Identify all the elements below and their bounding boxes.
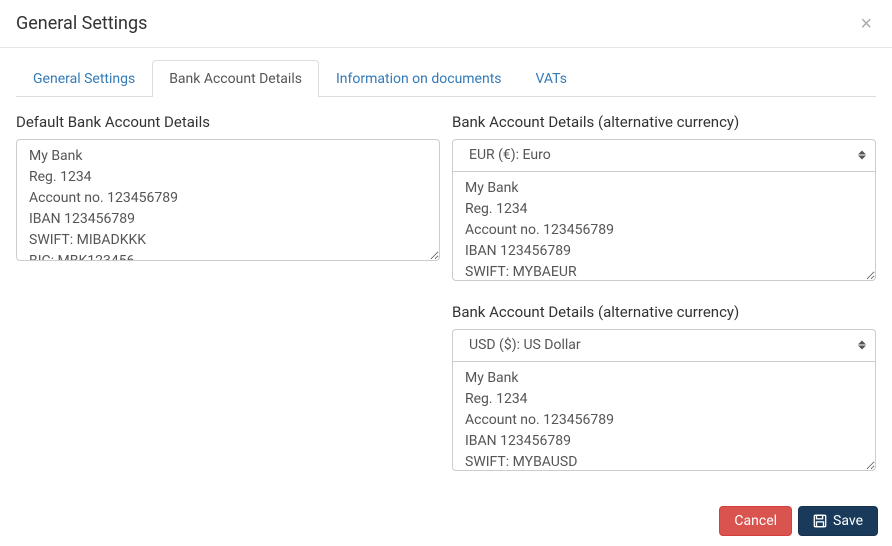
alt1-bank-textarea[interactable] [452,171,876,281]
modal-title: General Settings [16,13,147,34]
default-bank-label: Default Bank Account Details [16,113,440,131]
alt2-bank-textarea[interactable] [452,361,876,471]
save-icon [813,514,827,528]
cancel-button[interactable]: Cancel [719,506,792,536]
save-button-label: Save [833,513,863,529]
tab-bar: General Settings Bank Account Details In… [16,60,876,97]
close-button[interactable]: × [856,14,876,34]
alt2-currency-select[interactable]: USD ($): US Dollar [452,329,876,361]
tab-information-on-documents[interactable]: Information on documents [319,60,519,97]
tab-vats[interactable]: VATs [519,60,584,97]
tab-bank-account-details[interactable]: Bank Account Details [152,60,319,97]
alt1-currency-select[interactable]: EUR (€): Euro [452,139,876,171]
alt2-label: Bank Account Details (alternative curren… [452,303,876,321]
default-bank-textarea[interactable] [16,139,440,261]
alt1-label: Bank Account Details (alternative curren… [452,113,876,131]
save-button[interactable]: Save [798,506,878,536]
tab-general-settings[interactable]: General Settings [16,60,152,97]
